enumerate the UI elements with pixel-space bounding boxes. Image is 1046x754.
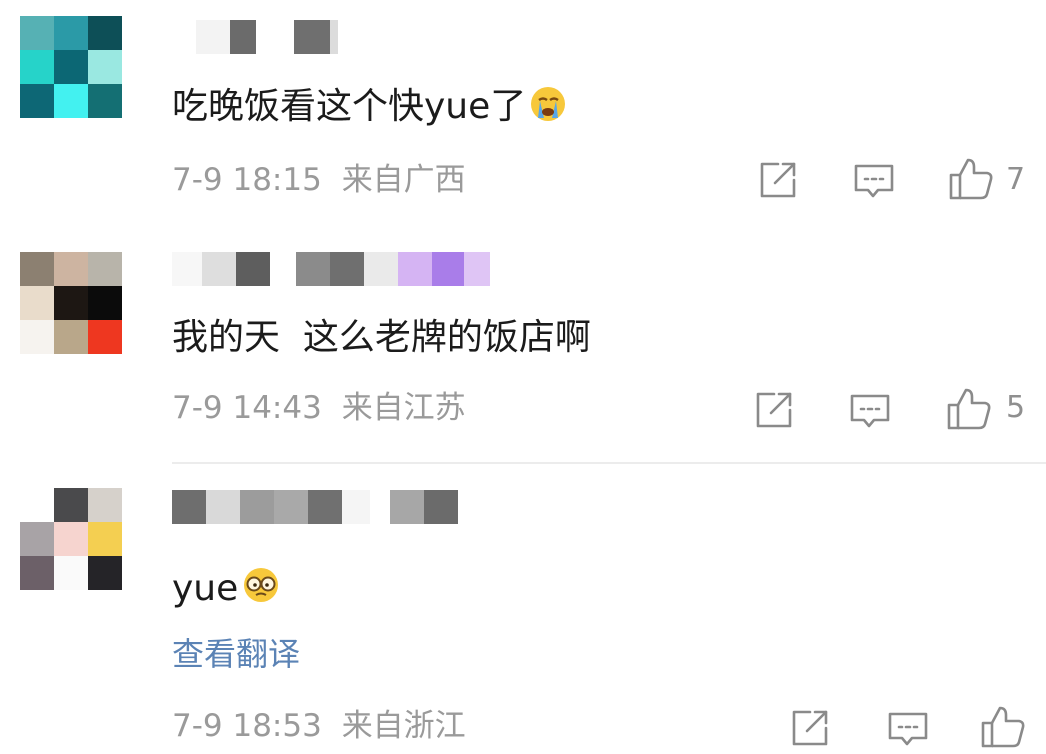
avatar-pixel — [54, 286, 88, 320]
username-pixel — [236, 252, 270, 286]
comment-location: 来自江苏 — [341, 390, 466, 426]
translate-link[interactable]: 查看翻译 — [172, 634, 300, 674]
avatar-pixel — [88, 320, 122, 354]
avatar[interactable] — [20, 488, 122, 590]
comment-icon[interactable] — [848, 388, 892, 432]
comment-meta: 7-9 18:53 来自浙江 — [172, 706, 466, 746]
username-pixel — [202, 252, 236, 286]
username-pixel — [172, 252, 202, 286]
username-pixel — [308, 490, 342, 524]
comment-item: 我的天 这么老牌的饭店啊 7-9 14:43 来自江苏 5 — [0, 230, 1046, 462]
avatar-pixel — [88, 556, 122, 590]
username-pixel — [240, 490, 274, 524]
crying-face-icon — [528, 84, 568, 135]
avatar-pixel — [88, 50, 122, 84]
comment-icon[interactable] — [886, 706, 930, 750]
avatar-pixel — [54, 84, 88, 118]
username-pixel — [296, 252, 330, 286]
like-count: 5 — [1006, 390, 1026, 425]
username-pixel — [364, 252, 398, 286]
username-pixel — [196, 20, 230, 54]
comment-text: 我的天 这么老牌的饭店啊 — [172, 316, 591, 360]
username-pixel — [398, 252, 432, 286]
thumbs-up-icon[interactable] — [948, 156, 993, 200]
comment-text-body: yue — [172, 568, 239, 609]
avatar-pixel — [88, 286, 122, 320]
username-pixel — [172, 490, 206, 524]
avatar-pixel — [20, 50, 54, 84]
username-pixel — [342, 490, 370, 524]
like-count: 7 — [1006, 162, 1026, 197]
avatar-pixel — [88, 252, 122, 286]
avatar-pixel — [54, 320, 88, 354]
avatar-pixel — [88, 84, 122, 118]
username-pixel — [294, 20, 330, 54]
username-blurred[interactable] — [172, 490, 458, 524]
share-icon[interactable] — [752, 388, 796, 432]
avatar-pixel — [20, 320, 54, 354]
avatar-pixel — [88, 16, 122, 50]
comment-date: 7-9 18:53 — [172, 708, 322, 744]
comment-text-body: 我的天 这么老牌的饭店啊 — [172, 317, 591, 358]
avatar-pixel — [20, 16, 54, 50]
avatar-pixel — [88, 522, 122, 556]
avatar-pixel — [20, 252, 54, 286]
avatar-pixel — [20, 286, 54, 320]
username-pixel — [330, 252, 364, 286]
avatar-pixel — [20, 522, 54, 556]
username-blurred[interactable] — [172, 20, 338, 54]
avatar-pixel — [20, 488, 54, 522]
username-pixel — [390, 490, 424, 524]
comment-location: 来自浙江 — [341, 708, 466, 744]
comment-meta: 7-9 18:15 来自广西 — [172, 160, 466, 200]
thumbs-up-icon[interactable] — [946, 386, 991, 430]
username-pixel — [464, 252, 490, 286]
glasses-face-icon — [240, 564, 282, 617]
comment-item: 吃晚饭看这个快yue了 7-9 18:15 来自广西 7 — [0, 0, 1046, 230]
avatar-pixel — [54, 16, 88, 50]
username-pixel — [256, 20, 294, 54]
username-pixel — [230, 20, 256, 54]
comment-text: 吃晚饭看这个快yue了 — [172, 84, 568, 135]
comment-meta: 7-9 14:43 来自江苏 — [172, 388, 466, 428]
avatar-pixel — [20, 556, 54, 590]
username-pixel — [270, 252, 296, 286]
avatar-pixel — [54, 556, 88, 590]
avatar-pixel — [54, 252, 88, 286]
username-pixel — [274, 490, 308, 524]
comment-location: 来自广西 — [341, 162, 466, 198]
comment-text-body: 吃晚饭看这个快yue了 — [172, 86, 527, 127]
share-icon[interactable] — [788, 706, 832, 750]
avatar-pixel — [54, 522, 88, 556]
avatar[interactable] — [20, 16, 122, 118]
comment-date: 7-9 14:43 — [172, 390, 322, 426]
avatar-pixel — [20, 84, 54, 118]
comment-text: yue — [172, 564, 282, 617]
comment-item: yue 查看翻译 7-9 18:53 来自浙江 — [0, 464, 1046, 748]
comment-icon[interactable] — [852, 158, 896, 202]
username-pixel — [172, 20, 196, 54]
avatar[interactable] — [20, 252, 122, 354]
username-pixel — [206, 490, 240, 524]
comment-date: 7-9 18:15 — [172, 162, 322, 198]
username-pixel — [370, 490, 390, 524]
thumbs-up-icon[interactable] — [980, 704, 1025, 748]
avatar-pixel — [88, 488, 122, 522]
avatar-pixel — [54, 488, 88, 522]
username-pixel — [424, 490, 458, 524]
username-pixel — [330, 20, 338, 54]
share-icon[interactable] — [756, 158, 800, 202]
username-blurred[interactable] — [172, 252, 490, 286]
avatar-pixel — [54, 50, 88, 84]
username-pixel — [432, 252, 464, 286]
